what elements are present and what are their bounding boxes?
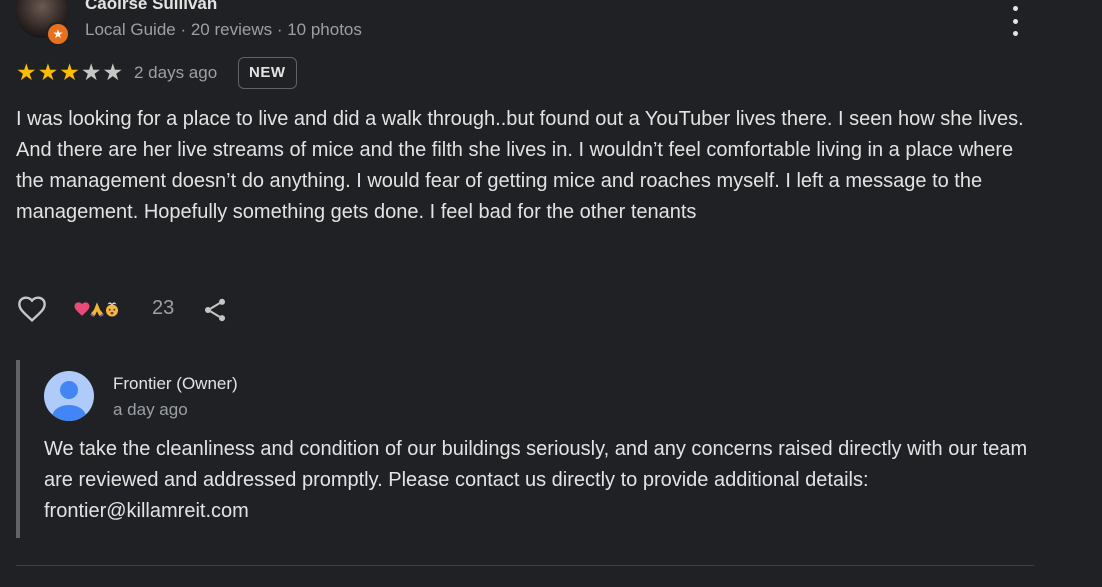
share-icon bbox=[204, 298, 226, 322]
owner-reply-text: We take the cleanliness and condition of… bbox=[44, 438, 1028, 522]
reaction-count: 23 bbox=[152, 297, 175, 319]
exploding-head-emoji-icon bbox=[103, 300, 121, 318]
owner-name: Frontier (Owner) bbox=[113, 374, 238, 393]
star-filled-icon: ★ bbox=[16, 59, 37, 85]
divider bbox=[16, 565, 1034, 566]
reviewer-avatar[interactable]: ★ bbox=[16, 0, 70, 46]
more-vert-icon bbox=[1012, 6, 1018, 11]
star-filled-icon: ★ bbox=[59, 59, 80, 85]
review-date: 2 days ago bbox=[134, 63, 218, 82]
like-button[interactable] bbox=[16, 293, 48, 325]
owner-avatar-icon bbox=[44, 371, 94, 421]
review-text: I was looking for a place to live and di… bbox=[16, 108, 1024, 223]
new-badge: NEW bbox=[238, 57, 297, 89]
owner-reply-bar bbox=[16, 360, 20, 538]
reaction-emojis[interactable] bbox=[73, 297, 118, 321]
star-rating: ★ ★ ★ ★ ★ bbox=[16, 60, 123, 84]
star-filled-icon: ★ bbox=[37, 59, 59, 85]
local-guide-star-icon: ★ bbox=[46, 22, 70, 46]
reviewer-name[interactable]: Caoirse Sullivan bbox=[85, 0, 217, 14]
star-empty-icon: ★ bbox=[80, 59, 102, 85]
heart-outline-icon bbox=[18, 296, 46, 322]
reviewer-meta: Local Guide · 20 reviews · 10 photos bbox=[85, 20, 362, 39]
more-options-button[interactable] bbox=[1005, 6, 1025, 36]
owner-reply-date: a day ago bbox=[113, 400, 188, 419]
star-empty-icon: ★ bbox=[102, 59, 124, 85]
share-button[interactable] bbox=[201, 296, 229, 324]
